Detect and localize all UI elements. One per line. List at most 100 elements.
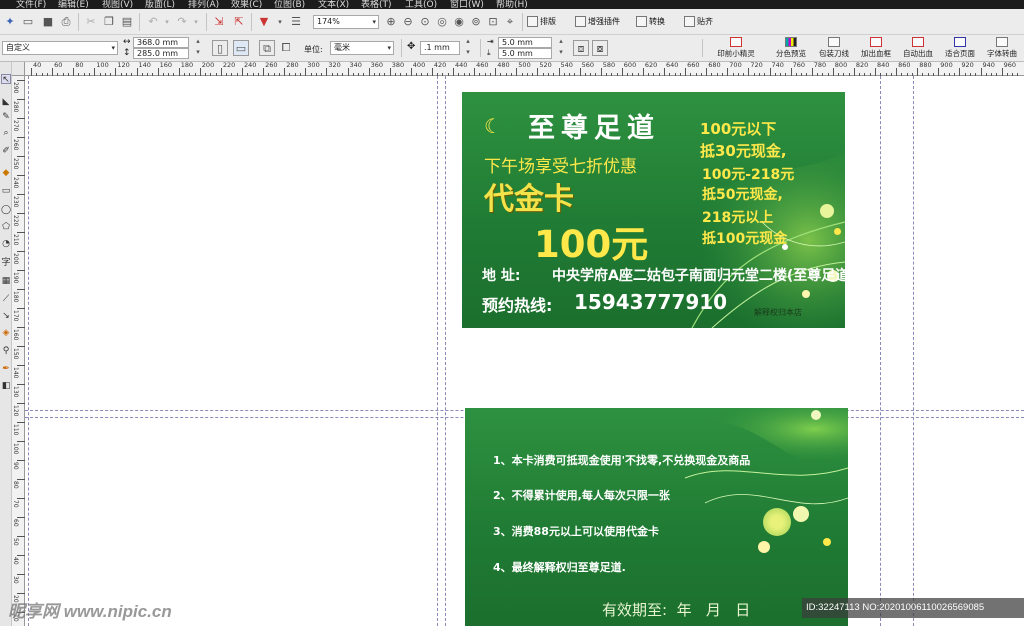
- chevron-down-icon[interactable]: ▾: [272, 14, 288, 30]
- separation-preview-button[interactable]: 分色预览: [770, 37, 812, 59]
- dimension-tool-icon[interactable]: ⟋: [1, 294, 11, 304]
- rectangle-tool-icon[interactable]: ▭: [1, 186, 11, 196]
- zoom-select[interactable]: 174% ▾: [313, 15, 379, 29]
- guideline[interactable]: [28, 76, 29, 626]
- menu-file[interactable]: 文件(F): [16, 0, 46, 9]
- zoom-page-icon[interactable]: ◉: [451, 14, 467, 30]
- plugin-convert-button[interactable]: 转换: [636, 15, 665, 29]
- page-size-select[interactable]: 自定义 ▾: [2, 41, 118, 55]
- plugin-typeset-button[interactable]: 排版: [527, 15, 556, 29]
- auto-bleed-button[interactable]: 自动出血: [897, 37, 939, 59]
- portrait-icon[interactable]: ▯: [212, 40, 228, 56]
- paste-icon[interactable]: ▤: [119, 14, 135, 30]
- menu-layout[interactable]: 版面(L): [145, 0, 175, 9]
- menu-view[interactable]: 视图(V): [102, 0, 133, 9]
- chevron-down-icon[interactable]: ▾: [159, 14, 175, 30]
- zoom-width-icon[interactable]: ⊚: [468, 14, 484, 30]
- chevron-down-icon[interactable]: ▾: [188, 14, 204, 30]
- ruler-tick: [17, 441, 25, 442]
- import-icon[interactable]: ⇲: [211, 14, 227, 30]
- flower-decoration: [793, 506, 809, 522]
- connector-tool-icon[interactable]: ↘: [1, 311, 11, 321]
- copy-icon[interactable]: ❐: [101, 14, 117, 30]
- all-pages-icon[interactable]: ⧉: [259, 40, 275, 56]
- snap-objects-icon[interactable]: ⧇: [592, 40, 608, 56]
- plugin-enhance-button[interactable]: 增强插件: [575, 15, 620, 29]
- spinner-up-icon[interactable]: ▴: [553, 36, 569, 46]
- landscape-icon[interactable]: ▭: [233, 40, 249, 56]
- drawing-canvas[interactable]: ☾ 至尊足道 下午场享受七折优惠 代金卡 100元 100元以下 抵30元现金,…: [25, 76, 1024, 626]
- spinner-down-icon[interactable]: ▾: [460, 47, 476, 57]
- menu-arrange[interactable]: 排列(A): [188, 0, 219, 9]
- prepress-wizard-button[interactable]: 印前小精灵: [712, 37, 760, 59]
- guideline[interactable]: [437, 76, 438, 626]
- polygon-tool-icon[interactable]: ⬠: [1, 222, 11, 232]
- publish-pdf-icon[interactable]: ▼: [256, 14, 272, 30]
- fill-tool-icon[interactable]: ◧: [1, 381, 11, 391]
- new-document-icon[interactable]: ✦: [2, 14, 18, 30]
- duplicate-y-value: 5.0 mm: [502, 49, 533, 58]
- guideline[interactable]: [880, 76, 881, 626]
- current-page-icon[interactable]: ⧠: [278, 40, 294, 56]
- ruler-tick: [938, 68, 940, 76]
- spinner-up-icon[interactable]: ▴: [460, 36, 476, 46]
- spinner-down-icon[interactable]: ▾: [190, 47, 206, 57]
- menu-edit[interactable]: 编辑(E): [58, 0, 89, 9]
- menu-help[interactable]: 帮助(H): [496, 0, 528, 9]
- options-icon[interactable]: ☰: [288, 14, 304, 30]
- plugin-snap-button[interactable]: 贴齐: [684, 15, 713, 29]
- nudge-field[interactable]: .1 mm: [420, 41, 460, 55]
- menu-tools[interactable]: 工具(O): [405, 0, 437, 9]
- page-width-field[interactable]: 368.0 mm: [133, 37, 189, 48]
- freehand-tool-icon[interactable]: ✐: [1, 146, 11, 156]
- text-tool-icon[interactable]: 字: [1, 258, 11, 268]
- page-height-field[interactable]: 285.0 mm: [133, 48, 189, 59]
- ruler-origin[interactable]: [12, 62, 25, 76]
- duplicate-x-field[interactable]: 5.0 mm: [498, 37, 552, 48]
- convert-font-button[interactable]: 字体转曲: [981, 37, 1023, 59]
- eyedropper-tool-icon[interactable]: ⚲: [1, 346, 11, 356]
- menu-table[interactable]: 表格(T): [361, 0, 392, 9]
- voucher-card-front[interactable]: ☾ 至尊足道 下午场享受七折优惠 代金卡 100元 100元以下 抵30元现金,…: [462, 92, 845, 328]
- ruler-tick: [17, 517, 25, 518]
- ellipse-tool-icon[interactable]: ◯: [1, 205, 11, 215]
- zoom-selected-icon[interactable]: ⊙: [417, 14, 433, 30]
- zoom-in-icon[interactable]: ⊕: [383, 14, 399, 30]
- outline-tool-icon[interactable]: ✒: [1, 364, 11, 374]
- horizontal-ruler[interactable]: 40 60 80 100 120 140 160 180 200 220 240 260 280 300 3…: [24, 61, 1024, 76]
- menu-bitmaps[interactable]: 位图(B): [274, 0, 305, 9]
- spinner-down-icon[interactable]: ▾: [553, 47, 569, 57]
- duplicate-y-field[interactable]: 5.0 mm: [498, 48, 552, 59]
- zoom-height-icon[interactable]: ⊡: [485, 14, 501, 30]
- add-bleed-box-button[interactable]: 加出血框: [855, 37, 897, 59]
- menu-window[interactable]: 窗口(W): [450, 0, 484, 9]
- pan-icon[interactable]: ⌖: [502, 14, 518, 30]
- menu-effects[interactable]: 效果(C): [231, 0, 262, 9]
- blend-tool-icon[interactable]: ◈: [1, 328, 11, 338]
- guideline[interactable]: [445, 76, 446, 626]
- zoom-tool-icon[interactable]: ⌕: [1, 128, 11, 138]
- smart-fill-icon[interactable]: ◆: [1, 168, 11, 178]
- save-icon[interactable]: ■: [40, 14, 56, 30]
- open-icon[interactable]: ▭: [20, 14, 36, 30]
- crop-tool-icon[interactable]: ✎: [1, 112, 11, 122]
- shape-tool-icon[interactable]: ◣: [1, 97, 11, 107]
- package-dieline-button[interactable]: 包装刀线: [813, 37, 855, 59]
- ruler-tick: [17, 213, 25, 214]
- vertical-ruler[interactable]: 290 280 270 260 250 240 230 220 210 200 190 180 170 1…: [12, 76, 25, 626]
- voucher-card-back[interactable]: 1、本卡消费可抵现金使用'不找零,不兑换现金及商品 2、不得累计使用,每人每次只…: [465, 408, 848, 626]
- spinner-up-icon[interactable]: ▴: [190, 36, 206, 46]
- treat-as-filled-icon[interactable]: ⧈: [573, 40, 589, 56]
- zoom-all-icon[interactable]: ◎: [434, 14, 450, 30]
- print-icon[interactable]: ⎙: [58, 14, 74, 30]
- guideline[interactable]: [913, 76, 914, 626]
- table-tool-icon[interactable]: ▦: [1, 276, 11, 286]
- zoom-out-icon[interactable]: ⊖: [400, 14, 416, 30]
- basic-shapes-icon[interactable]: ◔: [1, 239, 11, 249]
- cut-icon[interactable]: ✂: [83, 14, 99, 30]
- fit-page-button[interactable]: 适合页面: [939, 37, 981, 59]
- export-icon[interactable]: ⇱: [231, 14, 247, 30]
- menu-text[interactable]: 文本(X): [318, 0, 349, 9]
- pick-tool-icon[interactable]: ↖: [1, 74, 11, 85]
- unit-select[interactable]: 毫米 ▾: [330, 41, 394, 55]
